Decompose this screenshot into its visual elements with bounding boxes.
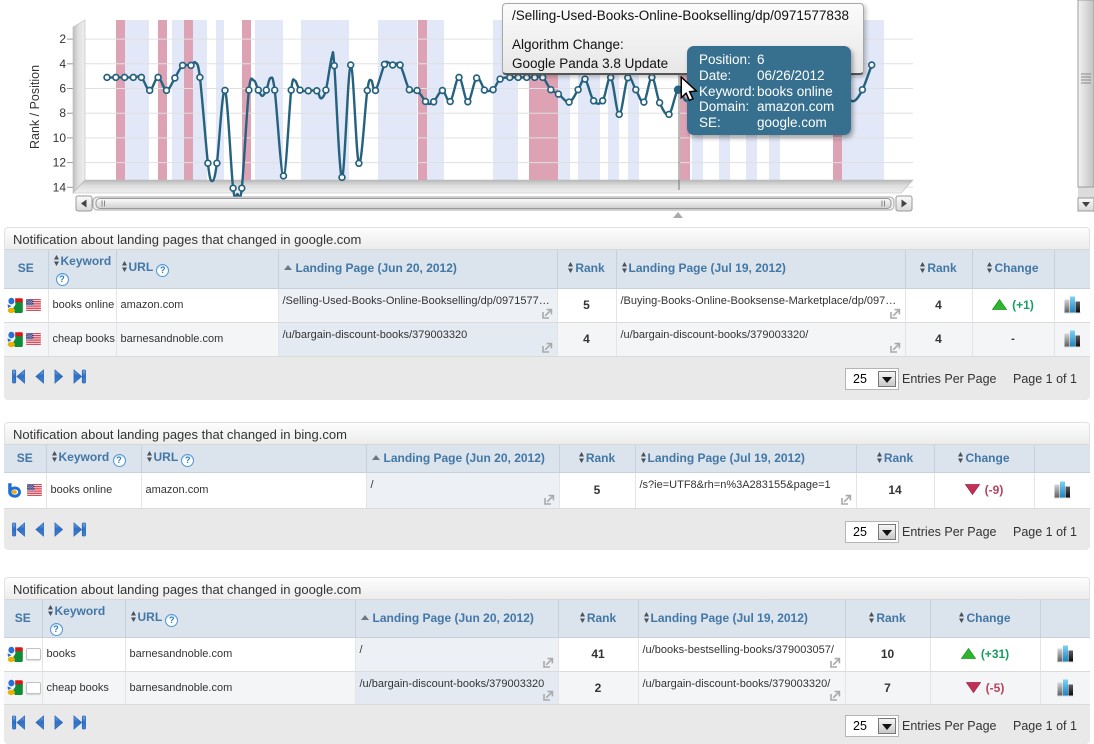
svg-text:Rank / Position: Rank / Position [28, 65, 42, 149]
svg-text:12: 12 [53, 156, 67, 170]
svg-text:6: 6 [59, 82, 66, 96]
svg-text:8: 8 [59, 106, 66, 120]
svg-text:2: 2 [59, 32, 66, 46]
svg-text:14: 14 [53, 180, 67, 194]
svg-text:4: 4 [59, 57, 66, 71]
svg-text:10: 10 [53, 131, 67, 145]
